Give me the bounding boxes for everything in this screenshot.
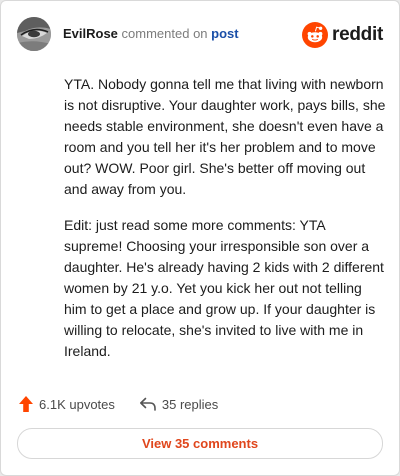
comment-meta: EvilRose commented on post	[63, 26, 239, 42]
action-text: commented on	[121, 26, 208, 41]
view-comments-button[interactable]: View 35 comments	[17, 428, 383, 459]
upvote-count: 6.1K upvotes	[39, 396, 115, 412]
comment-header: EvilRose commented on post reddit	[17, 17, 383, 51]
comment-actions: 6.1K upvotes 35 replies	[18, 393, 218, 415]
comment-body: YTA. Nobody gonna tell me that living wi…	[64, 74, 386, 377]
post-link[interactable]: post	[211, 26, 238, 41]
upvote-button[interactable]: 6.1K upvotes	[18, 395, 115, 413]
avatar[interactable]	[17, 17, 51, 51]
reddit-logo[interactable]: reddit	[302, 22, 383, 48]
username-link[interactable]: EvilRose	[63, 26, 118, 41]
comment-card: EvilRose commented on post reddit YTA. N…	[0, 0, 400, 476]
reply-count: 35 replies	[161, 396, 219, 412]
reddit-alien-icon	[302, 22, 329, 48]
comment-paragraph: YTA. Nobody gonna tell me that living wi…	[64, 76, 386, 197]
comment-paragraph: Edit: just read some more comments: YTA …	[64, 217, 384, 359]
reddit-wordmark: reddit	[332, 24, 383, 45]
avatar-image	[17, 17, 51, 51]
replies-button[interactable]: 35 replies	[139, 396, 218, 412]
reply-arrow-icon	[139, 397, 156, 411]
upvote-arrow-icon	[19, 396, 33, 412]
